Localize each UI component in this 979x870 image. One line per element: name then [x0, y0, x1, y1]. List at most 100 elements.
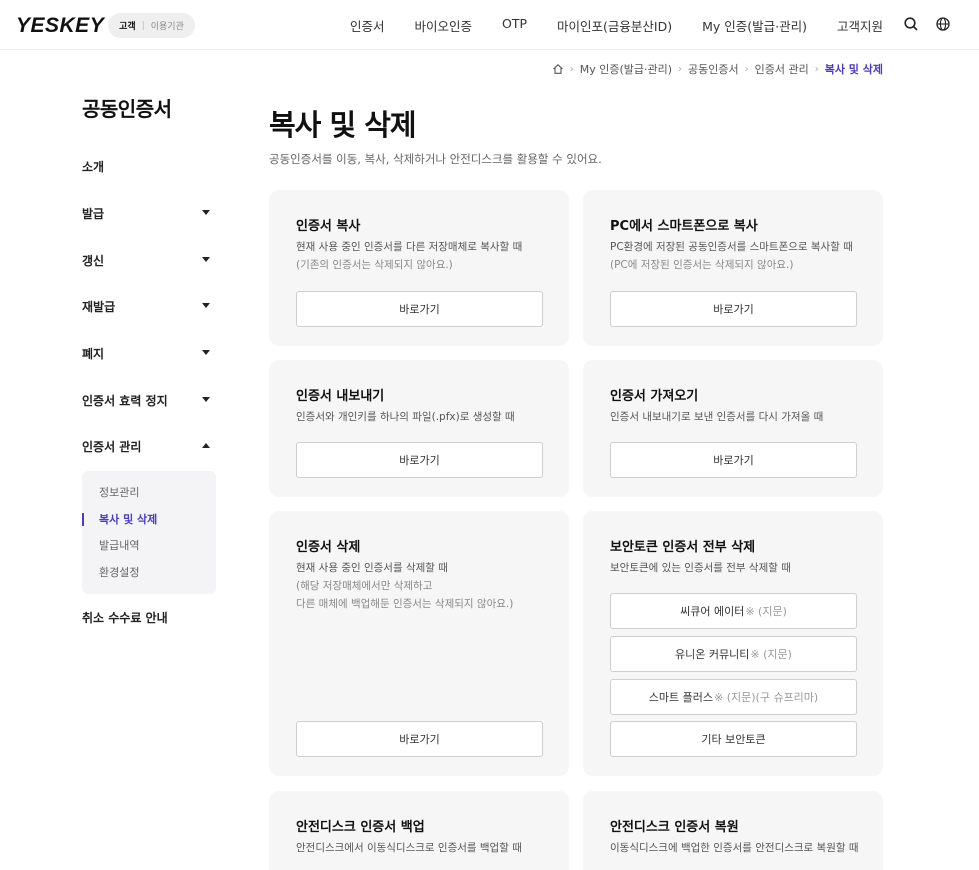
caret-down-icon [202, 210, 210, 215]
card-note: 다른 매체에 백업해둔 인증서는 삭제되지 않아요.) [296, 598, 514, 610]
page-description: 공동인증서를 이동, 복사, 삭제하거나 안전디스크를 활용할 수 있어요. [269, 152, 602, 166]
token-button-smart-plus[interactable]: 스마트 플러스 ※ (지문)(구 슈프리마) [610, 679, 857, 715]
sidebar-item-label: 발급 [82, 207, 105, 221]
submenu-item-info[interactable]: 정보관리 [99, 484, 139, 500]
sidebar-item-intro[interactable]: 소개 [82, 158, 216, 175]
card-import: 인증서 가져오기 인증서 내보내기로 보낸 인증서를 다시 가져올 때 바로가기 [583, 360, 883, 497]
user-type-customer[interactable]: 고객 [119, 19, 136, 32]
card-desc-text: 이동식디스크에 백업한 인증서를 안전디스크로 복원할 때 [610, 842, 859, 854]
sidebar-item-issue[interactable]: 발급 [82, 205, 216, 222]
card-export: 인증서 내보내기 인증서와 개인키를 하나의 파일(.pfx)로 생성할 때 바… [269, 360, 569, 497]
card-note: (기존의 인증서는 삭제되지 않아요.) [296, 259, 453, 271]
sidebar-item-label: 인증서 효력 정지 [82, 394, 168, 408]
button-label: 씨큐어 에이터 [680, 605, 745, 618]
card-description: 현재 사용 중인 인증서를 삭제할 때 (해당 저장매체에서만 삭제하고 다른 … [296, 559, 513, 613]
button-label: 기타 보안토큰 [701, 733, 766, 746]
card-desc-text: PC환경에 저장된 공동인증서를 스마트폰으로 복사할 때 [610, 241, 853, 253]
card-desc-text: 현재 사용 중인 인증서를 다른 저장매체로 복사할 때 [296, 241, 523, 253]
sidebar-item-label: 폐지 [82, 347, 105, 361]
global-nav: 인증서 바이오인증 OTP 마이인포(금융분산ID) My 인증(발급·관리) … [350, 16, 883, 35]
submenu-item-settings[interactable]: 환경설정 [99, 564, 139, 580]
home-icon[interactable] [552, 63, 564, 75]
goto-button[interactable]: 바로가기 [610, 442, 857, 478]
goto-button[interactable]: 바로가기 [610, 291, 857, 327]
sidebar: 공동인증서 소개 발급 갱신 재발급 폐지 인증서 효력 정지 인증서 관리 정… [82, 93, 216, 625]
breadcrumb-item[interactable]: 인증서 관리 [755, 61, 809, 77]
card-note: (PC에 저장된 인증서는 삭제되지 않아요.) [610, 259, 794, 271]
card-safedisk-restore: 안전디스크 인증서 복원 이동식디스크에 백업한 인증서를 안전디스크로 복원할… [583, 791, 883, 870]
button-suffix: ※ (지문) [745, 605, 787, 618]
sidebar-item-suspend[interactable]: 인증서 효력 정지 [82, 392, 216, 409]
card-desc-text: 현재 사용 중인 인증서를 삭제할 때 [296, 562, 448, 574]
card-note: (해당 저장매체에서만 삭제하고 [296, 580, 433, 592]
sidebar-item-manage[interactable]: 인증서 관리 [82, 438, 216, 455]
nav-item-support[interactable]: 고객지원 [837, 16, 883, 35]
user-type-institution[interactable]: 이용기관 [151, 19, 184, 32]
breadcrumb-current: 복사 및 삭제 [824, 63, 883, 76]
card-desc-text: 보안토큰에 있는 인증서를 전부 삭제할 때 [610, 562, 791, 574]
goto-button[interactable]: 바로가기 [296, 721, 543, 757]
caret-up-icon [202, 443, 210, 448]
card-description: 인증서와 개인키를 하나의 파일(.pfx)로 생성할 때 [296, 408, 515, 426]
sidebar-item-label: 갱신 [82, 254, 105, 268]
card-pc-to-phone: PC에서 스마트폰으로 복사 PC환경에 저장된 공동인증서를 스마트폰으로 복… [583, 190, 883, 346]
card-copy: 인증서 복사 현재 사용 중인 인증서를 다른 저장매체로 복사할 때 (기존의… [269, 190, 569, 346]
breadcrumb-item[interactable]: 공동인증서 [688, 61, 739, 77]
card-title: 인증서 가져오기 [610, 389, 699, 404]
goto-button[interactable]: 바로가기 [296, 291, 543, 327]
chevron-right-icon: › [569, 63, 574, 75]
card-token-delete: 보안토큰 인증서 전부 삭제 보안토큰에 있는 인증서를 전부 삭제할 때 씨큐… [583, 511, 883, 776]
sidebar-title: 공동인증서 [82, 97, 172, 121]
caret-down-icon [202, 257, 210, 262]
user-type-toggle[interactable]: 고객 | 이용기관 [108, 13, 195, 38]
submenu-item-copy-delete[interactable]: 복사 및 삭제 [99, 511, 157, 527]
header: YESKEY 고객 | 이용기관 인증서 바이오인증 OTP 마이인포(금융분산… [0, 0, 979, 50]
sidebar-item-renew[interactable]: 갱신 [82, 252, 216, 269]
card-title: PC에서 스마트폰으로 복사 [610, 219, 758, 234]
sidebar-item-label: 소개 [82, 160, 105, 174]
breadcrumb-item[interactable]: My 인증(발급·관리) [580, 61, 672, 77]
chevron-right-icon: › [814, 63, 819, 75]
chevron-right-icon: › [678, 63, 683, 75]
token-button-other[interactable]: 기타 보안토큰 [610, 721, 857, 757]
search-icon[interactable] [903, 16, 919, 32]
sidebar-item-label: 취소 수수료 안내 [82, 611, 168, 625]
card-desc-text: 인증서 내보내기로 보낸 인증서를 다시 가져올 때 [610, 411, 824, 423]
user-type-separator: | [141, 20, 145, 31]
sidebar-item-fee[interactable]: 취소 수수료 안내 [82, 609, 216, 626]
caret-down-icon [202, 397, 210, 402]
button-label: 유니온 커뮤니티 [675, 648, 750, 661]
breadcrumb: › My 인증(발급·관리) › 공동인증서 › 인증서 관리 › 복사 및 삭… [552, 61, 883, 77]
sidebar-item-revoke[interactable]: 폐지 [82, 345, 216, 362]
token-button-union-community[interactable]: 유니온 커뮤니티 ※ (지문) [610, 636, 857, 672]
goto-button[interactable]: 바로가기 [296, 442, 543, 478]
nav-item-my-cert[interactable]: My 인증(발급·관리) [702, 16, 807, 35]
nav-item-certificate[interactable]: 인증서 [350, 16, 385, 35]
card-delete: 인증서 삭제 현재 사용 중인 인증서를 삭제할 때 (해당 저장매체에서만 삭… [269, 511, 569, 776]
card-title: 안전디스크 인증서 백업 [296, 820, 425, 835]
nav-item-otp[interactable]: OTP [502, 16, 527, 35]
logo[interactable]: YESKEY [16, 14, 104, 38]
sidebar-item-label: 재발급 [82, 300, 116, 314]
card-title: 인증서 복사 [296, 219, 361, 234]
button-label: 스마트 플러스 [648, 691, 713, 704]
card-description: PC환경에 저장된 공동인증서를 스마트폰으로 복사할 때 (PC에 저장된 인… [610, 238, 853, 274]
card-title: 인증서 삭제 [296, 540, 361, 555]
chevron-right-icon: › [744, 63, 749, 75]
sidebar-item-reissue[interactable]: 재발급 [82, 298, 216, 315]
nav-item-myinfo[interactable]: 마이인포(금융분산ID) [557, 16, 672, 35]
token-button-secure-aitor[interactable]: 씨큐어 에이터 ※ (지문) [610, 593, 857, 629]
card-title: 인증서 내보내기 [296, 389, 385, 404]
card-description: 현재 사용 중인 인증서를 다른 저장매체로 복사할 때 (기존의 인증서는 삭… [296, 238, 522, 274]
page-title: 복사 및 삭제 [269, 108, 417, 142]
button-suffix: ※ (지문)(구 슈프리마) [714, 691, 819, 704]
card-desc-text: 안전디스크에서 이동식디스크로 인증서를 백업할 때 [296, 842, 522, 854]
card-safedisk-backup: 안전디스크 인증서 백업 안전디스크에서 이동식디스크로 인증서를 백업할 때 [269, 791, 569, 870]
globe-icon[interactable] [935, 16, 951, 32]
active-indicator [82, 513, 84, 526]
card-title: 안전디스크 인증서 복원 [610, 820, 739, 835]
submenu-item-history[interactable]: 발급내역 [99, 537, 139, 553]
card-description: 안전디스크에서 이동식디스크로 인증서를 백업할 때 [296, 839, 522, 857]
sidebar-item-label: 인증서 관리 [82, 440, 142, 454]
nav-item-bio[interactable]: 바이오인증 [415, 16, 473, 35]
